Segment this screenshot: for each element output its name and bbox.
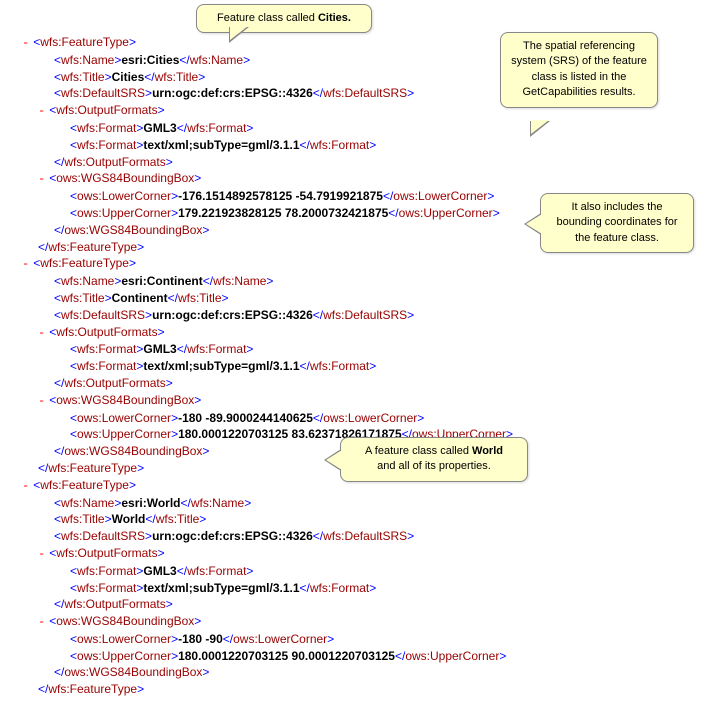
collapse-toggle[interactable]: - xyxy=(38,172,49,186)
xml-line: <ows:UpperCorner>180.0001220703125 90.00… xyxy=(6,648,712,665)
xml-line: -<ows:WGS84BoundingBox> xyxy=(6,392,712,410)
callout-tail xyxy=(326,450,342,470)
xml-line: -<wfs:OutputFormats> xyxy=(6,324,712,342)
callout-text: A feature class called xyxy=(365,445,472,457)
xml-line: </wfs:OutputFormats> xyxy=(6,596,712,613)
xml-line: <wfs:Format>text/xml;subType=gml/3.1.1</… xyxy=(6,137,712,154)
callout-cities: Feature class called Cities. xyxy=(196,4,372,33)
xml-line: <ows:LowerCorner>-180 -89.9000244140625<… xyxy=(6,410,712,427)
callout-bold: World xyxy=(472,445,503,457)
xml-line: <wfs:Format>GML3</wfs:Format> xyxy=(6,563,712,580)
callout-bold: Cities. xyxy=(318,12,351,24)
xml-line: <wfs:Format>GML3</wfs:Format> xyxy=(6,341,712,358)
xml-line: -<wfs:FeatureType> xyxy=(6,255,712,273)
collapse-toggle[interactable]: - xyxy=(22,257,33,271)
xml-line: -<ows:WGS84BoundingBox> xyxy=(6,613,712,631)
xml-line: <wfs:Title>World</wfs:Title> xyxy=(6,511,712,528)
collapse-toggle[interactable]: - xyxy=(38,394,49,408)
xml-line: </ows:WGS84BoundingBox> xyxy=(6,664,712,681)
xml-line: <wfs:Name>esri:Continent</wfs:Name> xyxy=(6,273,712,290)
callout-tail xyxy=(526,214,542,234)
collapse-toggle[interactable]: - xyxy=(38,547,49,561)
callout-text: Feature class called xyxy=(217,12,318,24)
xml-line: </wfs:OutputFormats> xyxy=(6,375,712,392)
xml-line: <wfs:Format>GML3</wfs:Format> xyxy=(6,120,712,137)
xml-line: -<ows:WGS84BoundingBox> xyxy=(6,170,712,188)
collapse-toggle[interactable]: - xyxy=(38,104,49,118)
callout-tail xyxy=(531,120,549,134)
collapse-toggle[interactable]: - xyxy=(38,615,49,629)
collapse-toggle[interactable]: - xyxy=(38,326,49,340)
xml-line: <wfs:DefaultSRS>urn:ogc:def:crs:EPSG::43… xyxy=(6,307,712,324)
xml-line: <wfs:Format>text/xml;subType=gml/3.1.1</… xyxy=(6,358,712,375)
xml-line: <wfs:Title>Continent</wfs:Title> xyxy=(6,290,712,307)
callout-bbox: It also includes the bounding coordinate… xyxy=(540,193,694,253)
xml-line: <wfs:Format>text/xml;subType=gml/3.1.1</… xyxy=(6,580,712,597)
xml-line: <wfs:Name>esri:World</wfs:Name> xyxy=(6,495,712,512)
xml-line: <wfs:DefaultSRS>urn:ogc:def:crs:EPSG::43… xyxy=(6,528,712,545)
collapse-toggle[interactable]: - xyxy=(22,479,33,493)
xml-line: </wfs:FeatureType> xyxy=(6,681,712,698)
xml-line: </wfs:OutputFormats> xyxy=(6,154,712,171)
callout-tail xyxy=(230,26,248,40)
callout-world: A feature class called World and all of … xyxy=(340,437,528,482)
collapse-toggle[interactable]: - xyxy=(22,36,33,50)
callout-text: The spatial referencing system (SRS) of … xyxy=(511,40,647,98)
xml-line: -<wfs:OutputFormats> xyxy=(6,545,712,563)
callout-srs: The spatial referencing system (SRS) of … xyxy=(500,32,658,108)
callout-text: and all of its properties. xyxy=(377,460,491,472)
callout-text: It also includes the bounding coordinate… xyxy=(556,201,677,244)
xml-line: <ows:LowerCorner>-180 -90</ows:LowerCorn… xyxy=(6,631,712,648)
